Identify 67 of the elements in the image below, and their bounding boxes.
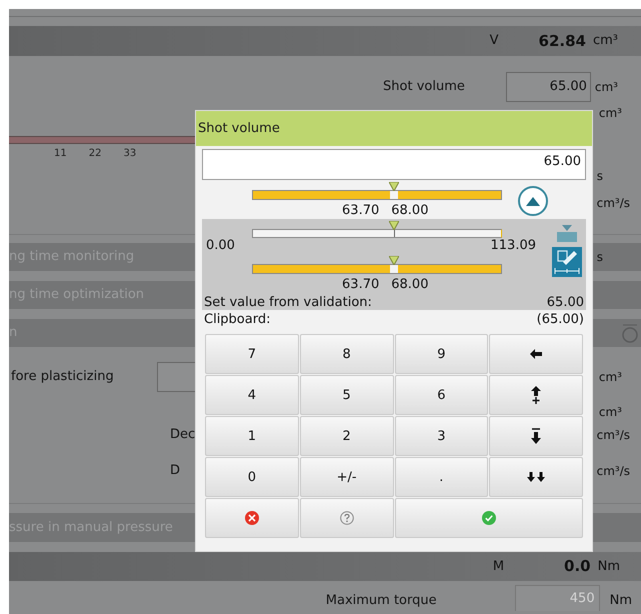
keypad-key[interactable]: . [394,457,488,498]
minimum-value: 0.00 [206,239,235,252]
lower-limit: 63.70 [342,202,380,220]
arrow-up-button[interactable] [518,186,548,216]
unit-label: cm³ [598,404,622,421]
arrow-down-minus-icon [531,428,542,444]
keypad-key[interactable]: 8 [300,334,394,374]
current-value: 62.84 [538,30,586,52]
unit-label: cm³ [592,32,618,50]
confirm-key[interactable] [394,498,583,538]
value-window [390,191,398,199]
unit-label: Nm [610,592,632,610]
keypad-key[interactable]: 5 [300,375,394,416]
unit-label: s [596,249,603,266]
field-label: D [170,462,180,480]
symbol-label: M [492,558,504,576]
keypad-key[interactable]: 3 [394,416,488,456]
checkmark-icon [482,511,496,526]
keypad-key[interactable]: +/- [300,457,394,498]
unit-label: cm³ [594,79,618,96]
unit-label: cm³ [598,105,622,122]
keypad-key[interactable]: 0 [205,457,299,498]
weight-scale-icon[interactable] [556,225,578,243]
lower-limit: 63.70 [342,276,380,294]
field-label: fore plasticizing [11,368,115,386]
validation-label: Set value from validation: [204,294,372,311]
unit-label: Nm [598,558,620,576]
unit-label: cm³ [598,369,622,386]
value-field[interactable]: 65.00 [506,72,591,102]
arrow-up-plus-icon [531,386,542,404]
keypad-key[interactable]: 2 [300,416,394,456]
keypad-key[interactable]: 6 [394,375,488,416]
clipboard-label: Clipboard: [204,312,270,328]
double-arrow-down-icon [527,472,546,482]
validation-chart-icon[interactable] [552,247,582,277]
help-icon [340,511,354,526]
axis-tick-label: 11 [54,147,67,161]
validation-value: 65.00 [546,294,584,311]
keypad-key[interactable]: 1 [205,416,299,456]
triangle-up-icon [526,196,540,206]
field-label: Shot volume [383,78,465,96]
field-label: Dec [170,426,196,444]
upper-limit: 68.00 [391,202,428,220]
symbol-label: V [490,32,499,50]
unit-label: cm³/s [596,463,630,480]
keypad-key[interactable]: 9 [394,334,488,374]
dialog-title: Shot volume [196,111,592,146]
axis-tick-label: 22 [88,147,102,161]
increment-key[interactable] [489,375,583,416]
clipboard-value: (65.00) [536,312,584,328]
field-label: Maximum torque [326,592,437,610]
value-window [390,265,398,273]
unit-label: cm³/s [596,427,630,444]
keypad-key[interactable]: 7 [205,334,299,374]
axis-tick-label: 33 [123,147,136,161]
cancel-key[interactable] [205,498,299,538]
maximum-value: 113.09 [490,239,536,252]
unit-label: s [596,168,603,184]
close-icon [244,511,259,526]
arrow-left-icon [530,349,542,360]
upper-limit: 68.00 [391,276,428,294]
backspace-key[interactable] [489,334,583,374]
keypad-key[interactable]: 4 [205,375,299,416]
value-input[interactable]: 65.00 [202,149,586,180]
decrement-key[interactable] [489,416,583,456]
unit-label: cm³/s [596,195,630,212]
current-value: 0.0 [564,556,591,578]
